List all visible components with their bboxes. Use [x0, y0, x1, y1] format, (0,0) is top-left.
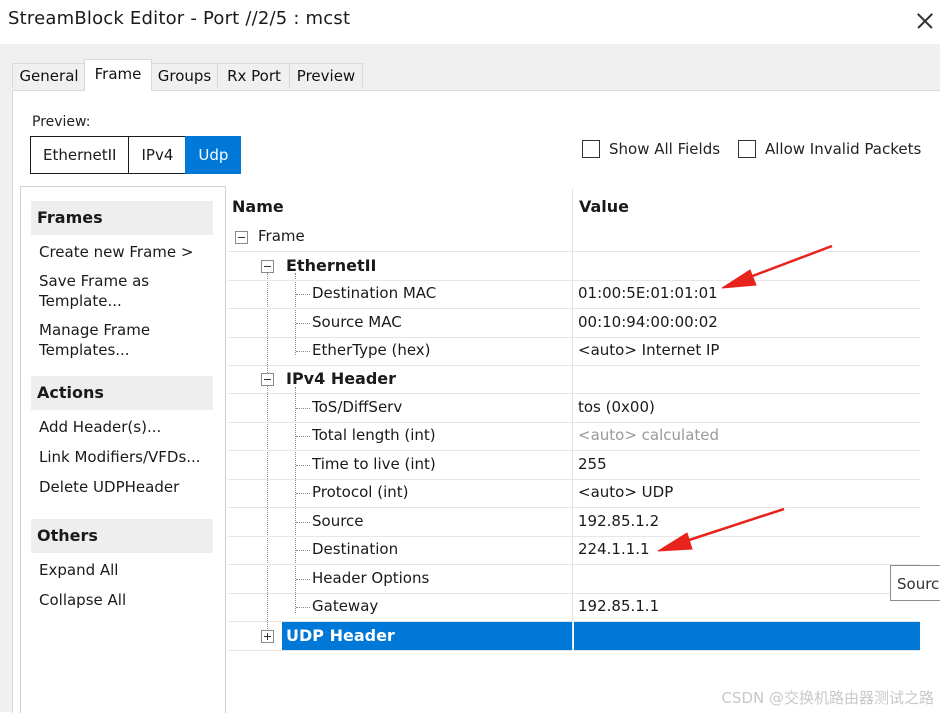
row-name: Total length (int) [312, 426, 436, 444]
collapse-icon[interactable] [235, 231, 248, 244]
row-name: ToS/DiffServ [312, 398, 403, 416]
tree-row-ethernetii[interactable]: EthernetII [228, 252, 920, 281]
row-name: IPv4 Header [286, 369, 397, 388]
tab-groups[interactable]: Groups [150, 63, 219, 88]
row-name: Destination [312, 540, 399, 558]
row-name: Protocol (int) [312, 483, 409, 501]
tree-line [296, 408, 310, 409]
show-all-fields-checkbox[interactable]: Show All Fields [582, 140, 720, 158]
create-new-frame-link[interactable]: Create new Frame > [31, 239, 213, 264]
checkbox-box[interactable] [738, 140, 756, 158]
expand-icon[interactable] [261, 630, 274, 643]
allow-invalid-packets-label: Allow Invalid Packets [765, 140, 922, 158]
tab-general[interactable]: General [12, 63, 86, 88]
header-breadcrumb: EthernetII IPv4 Udp [30, 136, 242, 174]
row-name: Time to live (int) [312, 455, 436, 473]
save-frame-template-link[interactable]: Save Frame as Template... [31, 268, 213, 313]
window-title: StreamBlock Editor - Port //2/5 : mcst [8, 8, 351, 29]
delete-udp-header-link[interactable]: Delete UDPHeader [31, 474, 213, 499]
title-bar: StreamBlock Editor - Port //2/5 : mcst [0, 0, 940, 44]
actions-title: Actions [31, 376, 213, 410]
row-value[interactable]: <auto> Internet IP [578, 341, 719, 359]
add-headers-link[interactable]: Add Header(s)... [31, 414, 213, 439]
tree-row-ethertype[interactable]: EtherType (hex) <auto> Internet IP [228, 337, 920, 366]
tree-line [296, 351, 310, 352]
row-name: Frame [258, 227, 305, 245]
manage-frame-templates-link[interactable]: Manage Frame Templates... [31, 317, 213, 362]
row-name: Header Options [312, 569, 430, 587]
task-sidebar: Frames Create new Frame > Save Frame as … [20, 186, 226, 713]
show-all-fields-label: Show All Fields [609, 140, 721, 158]
collapse-icon[interactable] [261, 260, 274, 273]
row-value[interactable]: tos (0x00) [578, 398, 655, 416]
row-name: Source [312, 512, 364, 530]
others-title: Others [31, 519, 213, 553]
tree-line [296, 436, 310, 437]
row-value[interactable]: 01:00:5E:01:01:01 [578, 284, 718, 302]
frames-group: Frames Create new Frame > Save Frame as … [31, 201, 213, 362]
tree-line [296, 323, 310, 324]
row-name: UDP Header [286, 626, 395, 645]
tree-row-header-options[interactable]: Header Options [228, 565, 920, 594]
crumb-ethernetii[interactable]: EthernetII [30, 136, 130, 174]
close-icon[interactable] [912, 8, 940, 34]
tab-preview[interactable]: Preview [289, 63, 363, 88]
tree-line [296, 607, 310, 608]
preview-label: Preview: [32, 114, 91, 130]
row-name: Destination MAC [312, 284, 437, 302]
tree-row-ttl[interactable]: Time to live (int) 255 [228, 451, 920, 480]
tree-line [296, 493, 310, 494]
row-name: Source MAC [312, 313, 402, 331]
selection-highlight [574, 622, 920, 650]
row-value[interactable]: 192.85.1.2 [578, 512, 659, 530]
tree-line [296, 579, 310, 580]
field-tooltip: Source [890, 565, 940, 601]
tree-line [296, 522, 310, 523]
row-value[interactable]: 192.85.1.1 [578, 597, 659, 615]
collapse-icon[interactable] [261, 373, 274, 386]
tree-row-gateway[interactable]: Gateway 192.85.1.1 [228, 593, 920, 622]
crumb-udp[interactable]: Udp [185, 136, 242, 174]
tree-row-ipv4-header[interactable]: IPv4 Header [228, 365, 920, 394]
others-group: Others Expand All Collapse All [31, 519, 213, 612]
tab-rx-port[interactable]: Rx Port [217, 63, 291, 88]
tree-row-protocol[interactable]: Protocol (int) <auto> UDP [228, 479, 920, 508]
column-header-value[interactable]: Value [579, 197, 629, 216]
tree-line [296, 550, 310, 551]
tree-row-source-mac[interactable]: Source MAC 00:10:94:00:00:02 [228, 309, 920, 338]
tab-frame[interactable]: Frame [84, 59, 152, 91]
link-modifiers-link[interactable]: Link Modifiers/VFDs... [31, 444, 213, 469]
expand-all-link[interactable]: Expand All [31, 557, 213, 582]
row-value[interactable]: <auto> UDP [578, 483, 673, 501]
crumb-ipv4[interactable]: IPv4 [128, 136, 187, 174]
row-name: EthernetII [286, 256, 377, 275]
watermark: CSDN @交换机路由器测试之路 [721, 689, 934, 707]
tree-line [296, 294, 310, 295]
row-value[interactable]: 224.1.1.1 [578, 540, 650, 558]
tree-row-source-ip[interactable]: Source 192.85.1.2 [228, 508, 920, 537]
tree-row-tos[interactable]: ToS/DiffServ tos (0x00) [228, 394, 920, 423]
row-value[interactable]: 00:10:94:00:00:02 [578, 313, 718, 331]
tree-row-destination-mac[interactable]: Destination MAC 01:00:5E:01:01:01 [228, 280, 920, 309]
tree-row-udp-header[interactable]: UDP Header [228, 622, 920, 651]
row-value[interactable]: <auto> calculated [578, 426, 719, 444]
column-header-name[interactable]: Name [232, 197, 284, 216]
tree-row-frame[interactable]: Frame [228, 223, 920, 252]
checkbox-box[interactable] [582, 140, 600, 158]
tree-row-total-length[interactable]: Total length (int) <auto> calculated [228, 422, 920, 451]
row-name: Gateway [312, 597, 379, 615]
frame-property-grid: Name Value Frame EthernetII Destination … [228, 189, 920, 712]
actions-group: Actions Add Header(s)... Link Modifiers/… [31, 376, 213, 499]
row-value[interactable]: 255 [578, 455, 607, 473]
tree-line [296, 465, 310, 466]
allow-invalid-packets-checkbox[interactable]: Allow Invalid Packets [738, 140, 921, 158]
collapse-all-link[interactable]: Collapse All [31, 587, 213, 612]
frames-title: Frames [31, 201, 213, 235]
row-name: EtherType (hex) [312, 341, 431, 359]
tree-row-destination-ip[interactable]: Destination 224.1.1.1 [228, 536, 920, 565]
